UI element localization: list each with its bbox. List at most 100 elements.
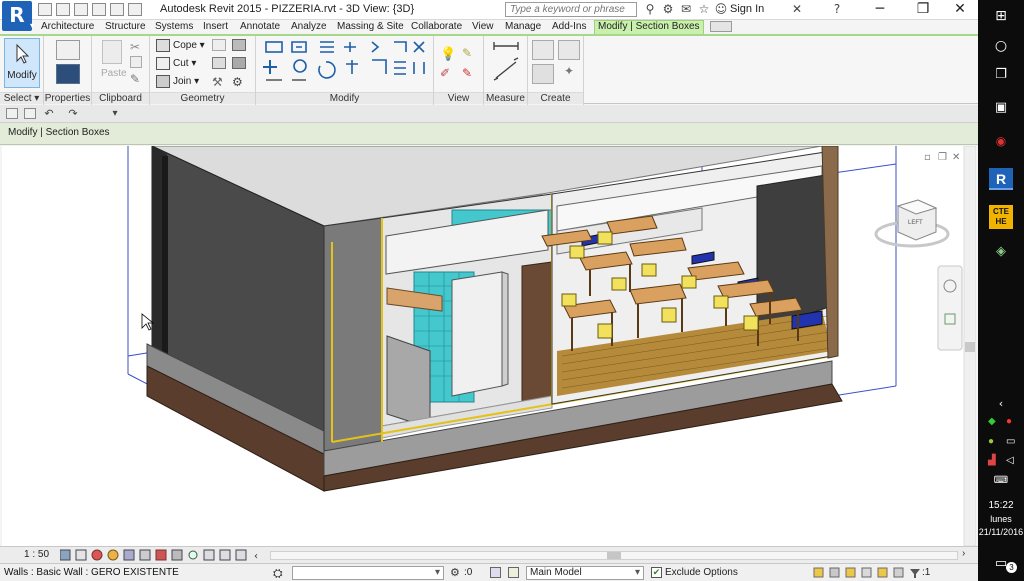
select-dropdown[interactable]: Select ▾ xyxy=(0,92,43,104)
worksets-icon[interactable]: ⛭ xyxy=(273,566,283,581)
tab-structure[interactable]: Structure xyxy=(102,20,149,34)
open-icon[interactable] xyxy=(38,3,52,16)
viewcube[interactable]: LEFT xyxy=(874,199,950,248)
network-icon[interactable]: ▟ xyxy=(988,455,996,466)
communication-center-icon[interactable]: ✉ xyxy=(679,2,693,17)
clock-time[interactable]: 15:22 xyxy=(978,500,1024,511)
restore-button[interactable]: ❐ xyxy=(903,0,943,20)
paint-brush-icon[interactable]: ✎ xyxy=(462,66,478,81)
tab-add-ins[interactable]: Add-Ins xyxy=(549,20,589,34)
tray-lime-icon[interactable]: ● xyxy=(988,436,994,447)
close-button[interactable]: ✕ xyxy=(942,0,978,20)
print-icon[interactable] xyxy=(110,3,124,16)
search-input[interactable] xyxy=(505,2,637,17)
ribbon-minimize-toggle[interactable] xyxy=(710,21,732,32)
create-assembly-icon[interactable] xyxy=(532,40,554,60)
vertical-scrollbar-thumb[interactable] xyxy=(965,342,975,352)
undo-arrow-icon[interactable]: ↶ xyxy=(42,106,56,121)
cope-button[interactable]: Cope ▾ xyxy=(156,38,205,54)
task-view-icon[interactable]: ❐ xyxy=(978,67,1024,82)
linework-icon[interactable]: ✐ xyxy=(440,66,456,81)
battery-icon[interactable]: ▭ xyxy=(1006,436,1015,447)
tab-analyze[interactable]: Analyze xyxy=(288,20,330,34)
show-hidden-icons-chevron[interactable]: ‹ xyxy=(978,397,1024,410)
clock-date[interactable]: 21/11/2016 xyxy=(978,527,1024,537)
exchange-apps-icon[interactable]: ✕ xyxy=(790,2,804,17)
save-file-icon[interactable] xyxy=(24,108,36,119)
revit-taskbar-icon[interactable]: R xyxy=(989,168,1013,190)
pinned-app-icon[interactable]: ▣ xyxy=(978,100,1024,115)
paint-icon[interactable] xyxy=(212,57,226,69)
join-button[interactable]: Join ▾ xyxy=(156,74,199,90)
create-group-icon[interactable] xyxy=(532,64,554,84)
view-close-icon[interactable]: ✕ xyxy=(952,152,960,163)
view-scale[interactable]: 1 : 50 xyxy=(24,549,49,560)
measure-icon[interactable] xyxy=(128,3,142,16)
volume-muted-icon[interactable]: ◁ xyxy=(1006,455,1014,466)
measure-distance-icon[interactable] xyxy=(492,40,520,84)
copy-icon[interactable] xyxy=(130,56,142,68)
override-graphics-icon[interactable]: ✎ xyxy=(462,46,478,61)
favorites-star-icon[interactable]: ☆ xyxy=(697,2,711,17)
match-type-icon[interactable]: ✎ xyxy=(130,72,146,87)
help-icon[interactable]: ? xyxy=(830,2,844,17)
design-option-picker-icon[interactable] xyxy=(508,567,519,578)
scroll-right-icon[interactable]: › xyxy=(962,548,965,559)
redo-icon[interactable] xyxy=(92,3,106,16)
view-restore-icon[interactable]: ❐ xyxy=(938,152,947,163)
open-file-icon[interactable] xyxy=(6,108,18,119)
horizontal-scrollbar-thumb[interactable] xyxy=(607,552,621,559)
exclude-options-checkbox[interactable]: ✔ xyxy=(651,567,662,578)
customize-qat-icon[interactable]: ▾ xyxy=(108,106,122,121)
tray-green-icon[interactable]: ◆ xyxy=(988,416,996,427)
design-option-dropdown[interactable]: Main Model ▾ xyxy=(526,566,644,580)
cortana-circle-icon[interactable]: ○ xyxy=(978,38,1024,54)
editable-only-icon[interactable]: ⚙ xyxy=(450,566,460,579)
undo-icon[interactable] xyxy=(74,3,88,16)
pinned-app-red-icon[interactable]: ◉ xyxy=(978,134,1024,148)
horizontal-scrollbar[interactable] xyxy=(270,551,958,560)
windows-start-icon[interactable]: ⊞ xyxy=(978,8,1024,24)
view-minimize-icon[interactable]: ▫ xyxy=(924,152,931,163)
tab-annotate[interactable]: Annotate xyxy=(237,20,283,34)
save-icon[interactable] xyxy=(56,3,70,16)
properties-icon[interactable] xyxy=(56,64,80,84)
paste-button[interactable]: Paste xyxy=(101,66,127,82)
clock-day[interactable]: lunes xyxy=(978,514,1024,524)
cut-scissors-icon[interactable]: ✂ xyxy=(130,40,146,55)
modify-button[interactable]: Modify xyxy=(4,38,40,88)
tab-view[interactable]: View xyxy=(469,20,497,34)
tab-massing-site[interactable]: Massing & Site xyxy=(334,20,407,34)
subscription-icon[interactable]: ⚙ xyxy=(661,2,675,17)
pinned-app-green-icon[interactable]: ◈ xyxy=(978,244,1024,259)
3d-viewport[interactable]: LEFT ▫ ❐ ✕ xyxy=(2,146,976,546)
wall-joins-icon[interactable] xyxy=(212,39,226,51)
create-similar-icon[interactable]: ✦ xyxy=(558,64,580,84)
navigation-bar[interactable] xyxy=(937,265,963,351)
tab-systems[interactable]: Systems xyxy=(152,20,196,34)
action-center-icon[interactable]: ▭ xyxy=(978,556,1024,571)
revit-logo-application-button[interactable]: R ▾ xyxy=(2,1,34,31)
wall-cleanup-icon[interactable]: ⚙ xyxy=(232,75,248,90)
demolish-hammer-icon[interactable]: ⚒ xyxy=(212,75,228,90)
binoculars-search-icon[interactable]: ⚲ xyxy=(643,2,657,17)
split-face-icon[interactable] xyxy=(232,39,246,51)
tab-insert[interactable]: Insert xyxy=(200,20,231,34)
redo-arrow-icon[interactable]: ↷ xyxy=(66,106,80,121)
tab-architecture[interactable]: Architecture xyxy=(38,20,97,34)
keyboard-icon[interactable]: ⌨ xyxy=(978,475,1024,486)
minimize-button[interactable]: ─ xyxy=(860,0,900,20)
remove-paint-icon[interactable] xyxy=(232,57,246,69)
design-options-icon[interactable] xyxy=(490,567,501,578)
active-workset-dropdown[interactable]: ▾ xyxy=(292,566,444,580)
tray-red-icon[interactable]: ● xyxy=(1006,416,1012,427)
sign-in-button[interactable]: Sign In xyxy=(730,3,764,15)
tab-modify-section-boxes[interactable]: Modify | Section Boxes xyxy=(594,20,704,34)
hide-lightbulb-icon[interactable]: 💡 xyxy=(440,46,456,61)
selection-options-icons[interactable] xyxy=(812,566,924,580)
tab-collaborate[interactable]: Collaborate xyxy=(408,20,465,34)
cut-geometry-button[interactable]: Cut ▾ xyxy=(156,56,196,72)
cte-he-app-icon[interactable]: CTE HE xyxy=(989,205,1013,229)
tab-manage[interactable]: Manage xyxy=(502,20,544,34)
create-parts-icon[interactable] xyxy=(558,40,580,60)
